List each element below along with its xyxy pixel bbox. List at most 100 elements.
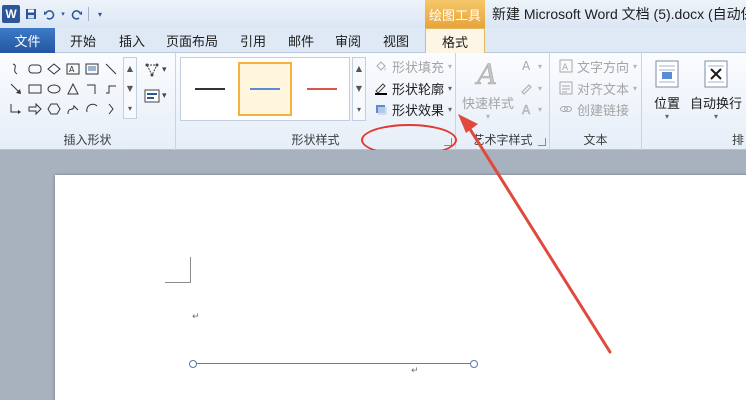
shape-styles-gallery-scroll[interactable]: ▲ ▼ ▾ (352, 57, 366, 121)
wrap-text-label: 自动换行 (690, 97, 743, 112)
chevron-down-icon: ▾ (448, 104, 453, 114)
arrow-shape-icon[interactable] (6, 79, 25, 99)
margin-corner-mark (165, 257, 191, 283)
edit-shape-icon[interactable]: ▾ (144, 61, 170, 79)
right-arrow-shape-icon[interactable] (25, 99, 44, 119)
customize-qat-icon[interactable]: ▾ (93, 7, 107, 21)
tab-review[interactable]: 审阅 (326, 28, 370, 53)
wrap-text-button[interactable]: 自动换行 ▾ (690, 59, 742, 121)
tab-references[interactable]: 引用 (231, 28, 275, 53)
create-link-label: 创建链接 (577, 103, 630, 119)
wordart-styles-group-label: 艺术字样式 (472, 133, 533, 147)
paragraph-mark: ↵ (411, 366, 419, 376)
hexagon-shape-icon[interactable] (44, 99, 63, 119)
wordart-styles-dialog-launcher[interactable] (538, 138, 546, 146)
position-label: 位置 (653, 97, 680, 112)
undo-icon[interactable] (42, 7, 56, 21)
text-effects-icon: A (519, 102, 534, 116)
line-start-handle[interactable] (189, 360, 197, 368)
drawing-tools-context-title: 绘图工具 (425, 0, 485, 28)
shape-outline-button[interactable]: 形状轮廓 ▾ (373, 78, 452, 98)
create-link-button[interactable]: 创建链接 (558, 99, 629, 119)
chevron-down-icon: ▾ (538, 104, 543, 114)
tab-insert[interactable]: 插入 (110, 28, 154, 53)
window-title: 新建 Microsoft Word 文档 (5).docx (自动保存 (492, 6, 746, 22)
position-button[interactable]: 位置 ▾ (652, 59, 682, 121)
arc-shape-icon[interactable] (82, 99, 101, 119)
gallery-more-icon[interactable]: ▾ (128, 104, 132, 113)
scroll-up-icon[interactable]: ▲ (127, 64, 133, 73)
freeform-shape-icon[interactable] (63, 99, 82, 119)
shape-fill-button[interactable]: 形状填充 ▾ (373, 56, 452, 76)
paragraph-mark: ↵ (192, 312, 200, 322)
text-outline-button[interactable]: ▾ (519, 78, 542, 98)
shape-effects-button[interactable]: 形状效果 ▾ (373, 99, 452, 119)
shape-style-thumb-blue-selected[interactable] (238, 62, 292, 116)
tab-format[interactable]: 格式 (425, 28, 485, 54)
title-bar: W ▾ ▾ 绘图工具 新建 Microsoft Word 文档 (5).docx… (0, 0, 746, 28)
quick-styles-label: 快速样式 (462, 97, 515, 112)
text-box-shape-icon[interactable]: A (63, 59, 82, 79)
align-text-button[interactable]: 对齐文本 ▾ (558, 78, 637, 98)
tab-view[interactable]: 视图 (374, 28, 418, 53)
wrap-text-icon (701, 59, 731, 89)
scroll-down-icon[interactable]: ▼ (127, 84, 133, 93)
undo-dropdown-icon[interactable]: ▾ (60, 7, 66, 21)
ribbon: A ▲ ▼ ▾ ▾ ▾ 插入形状 形状样式 ▲ ▼ ▾ 形状填充 ▾ 形状轮廓 … (0, 53, 746, 156)
shape-style-thumb-dark[interactable] (183, 62, 237, 116)
quick-access-toolbar: W ▾ ▾ (0, 2, 107, 26)
text-direction-icon: A (558, 59, 573, 73)
position-icon (652, 59, 682, 89)
rectangle-shape-icon[interactable] (25, 79, 44, 99)
oval-shape-icon[interactable] (44, 79, 63, 99)
rounded-rectangle-shape-icon[interactable] (25, 59, 44, 79)
shape-outline-label: 形状轮廓 (392, 82, 445, 98)
draw-text-box-icon[interactable]: ▾ (144, 87, 170, 105)
wordart-a-icon: A (473, 59, 503, 89)
svg-text:A: A (562, 63, 569, 73)
tab-page-layout[interactable]: 页面布局 (160, 28, 224, 53)
line-shape-icon[interactable] (101, 59, 120, 79)
text-group-label: 文本 (583, 133, 608, 147)
paint-bucket-icon (373, 59, 388, 73)
gallery-more-icon[interactable]: ▾ (357, 105, 361, 114)
document-area: ↵ ↵ (0, 150, 746, 400)
svg-text:A: A (522, 103, 531, 116)
tab-file[interactable]: 文件 (0, 28, 55, 53)
chevron-down-icon: ▾ (448, 61, 453, 71)
vertical-text-box-shape-icon[interactable] (82, 59, 101, 79)
triangle-shape-icon[interactable] (63, 79, 82, 99)
brace-shape-icon[interactable] (101, 99, 120, 119)
elbow-arrow-shape-icon[interactable] (6, 99, 25, 119)
save-icon[interactable] (24, 7, 38, 21)
redo-icon[interactable] (70, 7, 84, 21)
tab-mailings[interactable]: 邮件 (279, 28, 323, 53)
text-fill-icon: A (519, 59, 534, 73)
document-page[interactable]: ↵ ↵ (55, 175, 746, 400)
qat-separator (88, 7, 89, 21)
shapes-gallery-scroll[interactable]: ▲ ▼ ▾ (123, 57, 137, 119)
tab-home[interactable]: 开始 (61, 28, 105, 53)
insert-shapes-group-label: 插入形状 (63, 133, 112, 147)
svg-text:A: A (522, 59, 531, 73)
chevron-down-icon: ▾ (633, 61, 638, 71)
word-logo-icon[interactable]: W (2, 5, 20, 23)
scroll-down-icon[interactable]: ▼ (356, 84, 362, 93)
text-fill-button[interactable]: A ▾ (519, 56, 543, 76)
text-effects-button[interactable]: A ▾ (519, 99, 542, 119)
diamond-shape-icon[interactable] (44, 59, 63, 79)
shape-styles-gallery (180, 57, 350, 121)
line-shape[interactable] (193, 363, 475, 364)
text-direction-button[interactable]: A 文字方向 ▾ (558, 56, 637, 76)
elbow-connector-shape-icon[interactable] (82, 79, 101, 99)
curve-shape-icon[interactable] (6, 59, 25, 79)
scroll-up-icon[interactable]: ▲ (356, 64, 362, 73)
shape-style-thumb-red[interactable] (295, 62, 349, 116)
effects-icon (373, 102, 388, 116)
link-icon (558, 102, 573, 116)
curve-connector-shape-icon[interactable] (101, 79, 120, 99)
ribbon-tab-row: 文件 开始 插入 页面布局 引用 邮件 审阅 视图 格式 (0, 28, 746, 54)
chevron-down-icon: ▾ (486, 112, 491, 121)
quick-styles-button[interactable]: A 快速样式 ▾ (462, 59, 514, 121)
line-end-handle[interactable] (470, 360, 478, 368)
